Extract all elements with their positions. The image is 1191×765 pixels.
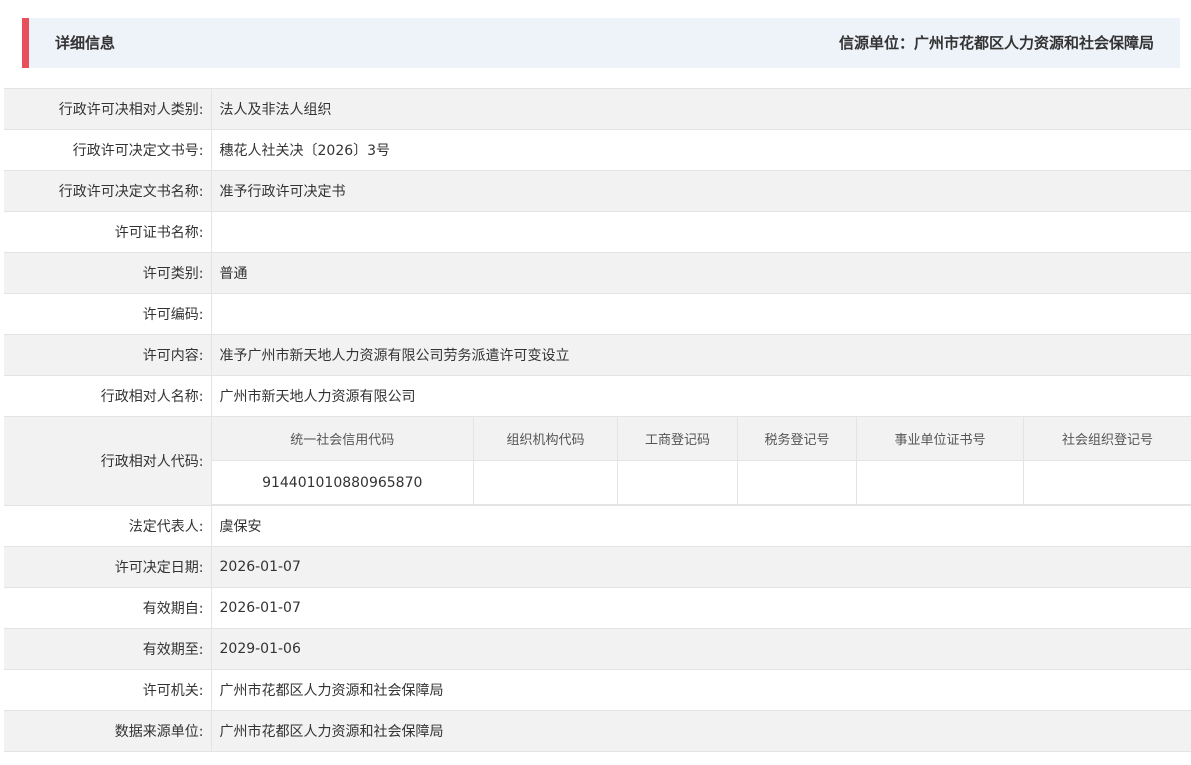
code-header-row: 统一社会信用代码 组织机构代码 工商登记码 税务登记号 事业单位证书号 社会组织… (211, 417, 1191, 461)
field-label: 许可内容: (4, 334, 212, 376)
code-value (617, 460, 738, 505)
field-value: 2029-01-06 (211, 628, 1191, 670)
table-row: 有效期至: 2029-01-06 (4, 628, 1191, 670)
field-value: 2026-01-07 (211, 587, 1191, 629)
code-value-row: 914401010880965870 (211, 460, 1191, 505)
field-label: 许可编码: (4, 293, 212, 335)
field-label: 有效期自: (4, 587, 212, 629)
field-label: 行政许可决相对人类别: (4, 88, 212, 130)
detail-header: 详细信息 信源单位：广州市花都区人力资源和社会保障局 (22, 18, 1180, 68)
field-value: 准予行政许可决定书 (211, 170, 1191, 212)
table-row: 行政许可决相对人类别: 法人及非法人组织 (4, 88, 1191, 130)
field-label: 许可类别: (4, 252, 212, 294)
table-row: 许可编码: (4, 293, 1191, 335)
code-header: 事业单位证书号 (856, 417, 1024, 461)
field-value: 准予广州市新天地人力资源有限公司劳务派遣许可变设立 (211, 334, 1191, 376)
field-label: 许可证书名称: (4, 211, 212, 253)
table-row: 数据来源单位: 广州市花都区人力资源和社会保障局 (4, 710, 1191, 752)
code-header: 社会组织登记号 (1023, 417, 1191, 461)
table-row: 法定代表人: 虞保安 (4, 505, 1191, 547)
field-value: 法人及非法人组织 (211, 88, 1191, 130)
field-value: 普通 (211, 252, 1191, 294)
table-row: 行政许可决定文书名称: 准予行政许可决定书 (4, 170, 1191, 212)
code-table: 统一社会信用代码 组织机构代码 工商登记码 税务登记号 事业单位证书号 社会组织… (211, 417, 1191, 505)
field-value: 虞保安 (211, 505, 1191, 547)
code-header: 工商登记码 (617, 417, 738, 461)
code-value (473, 460, 618, 505)
table-row: 行政许可决定文书号: 穗花人社关决〔2026〕3号 (4, 129, 1191, 171)
source-unit: 信源单位：广州市花都区人力资源和社会保障局 (838, 34, 1154, 52)
field-value: 2026-01-07 (211, 546, 1191, 588)
table-row: 许可证书名称: (4, 211, 1191, 253)
field-label: 许可机关: (4, 669, 212, 711)
table-row: 许可类别: 普通 (4, 252, 1191, 294)
code-value (856, 460, 1024, 505)
field-value: 广州市花都区人力资源和社会保障局 (211, 710, 1191, 752)
code-table-cell: 统一社会信用代码 组织机构代码 工商登记码 税务登记号 事业单位证书号 社会组织… (211, 416, 1191, 506)
table-row-codes: 行政相对人代码: 统一社会信用代码 组织机构代码 工商登记码 税务登记号 事业单… (4, 416, 1191, 506)
code-value: 914401010880965870 (211, 460, 474, 505)
field-label: 许可决定日期: (4, 546, 212, 588)
table-row: 有效期自: 2026-01-07 (4, 587, 1191, 629)
field-value: 穗花人社关决〔2026〕3号 (211, 129, 1191, 171)
field-value: 广州市新天地人力资源有限公司 (211, 375, 1191, 417)
field-label: 有效期至: (4, 628, 212, 670)
field-label: 行政相对人名称: (4, 375, 212, 417)
detail-table: 行政许可决相对人类别: 法人及非法人组织 行政许可决定文书号: 穗花人社关决〔2… (4, 88, 1191, 752)
code-header: 组织机构代码 (473, 417, 618, 461)
table-row: 许可内容: 准予广州市新天地人力资源有限公司劳务派遣许可变设立 (4, 334, 1191, 376)
code-header: 税务登记号 (737, 417, 857, 461)
code-value (737, 460, 857, 505)
field-label: 行政相对人代码: (4, 416, 212, 506)
field-value: 广州市花都区人力资源和社会保障局 (211, 669, 1191, 711)
field-value (211, 211, 1191, 253)
field-label: 数据来源单位: (4, 710, 212, 752)
field-label: 行政许可决定文书号: (4, 129, 212, 171)
field-label: 法定代表人: (4, 505, 212, 547)
code-header: 统一社会信用代码 (211, 417, 474, 461)
field-value (211, 293, 1191, 335)
table-row: 行政相对人名称: 广州市新天地人力资源有限公司 (4, 375, 1191, 417)
code-value (1023, 460, 1191, 505)
field-label: 行政许可决定文书名称: (4, 170, 212, 212)
table-row: 许可决定日期: 2026-01-07 (4, 546, 1191, 588)
table-row: 许可机关: 广州市花都区人力资源和社会保障局 (4, 669, 1191, 711)
section-title: 详细信息 (55, 34, 116, 52)
